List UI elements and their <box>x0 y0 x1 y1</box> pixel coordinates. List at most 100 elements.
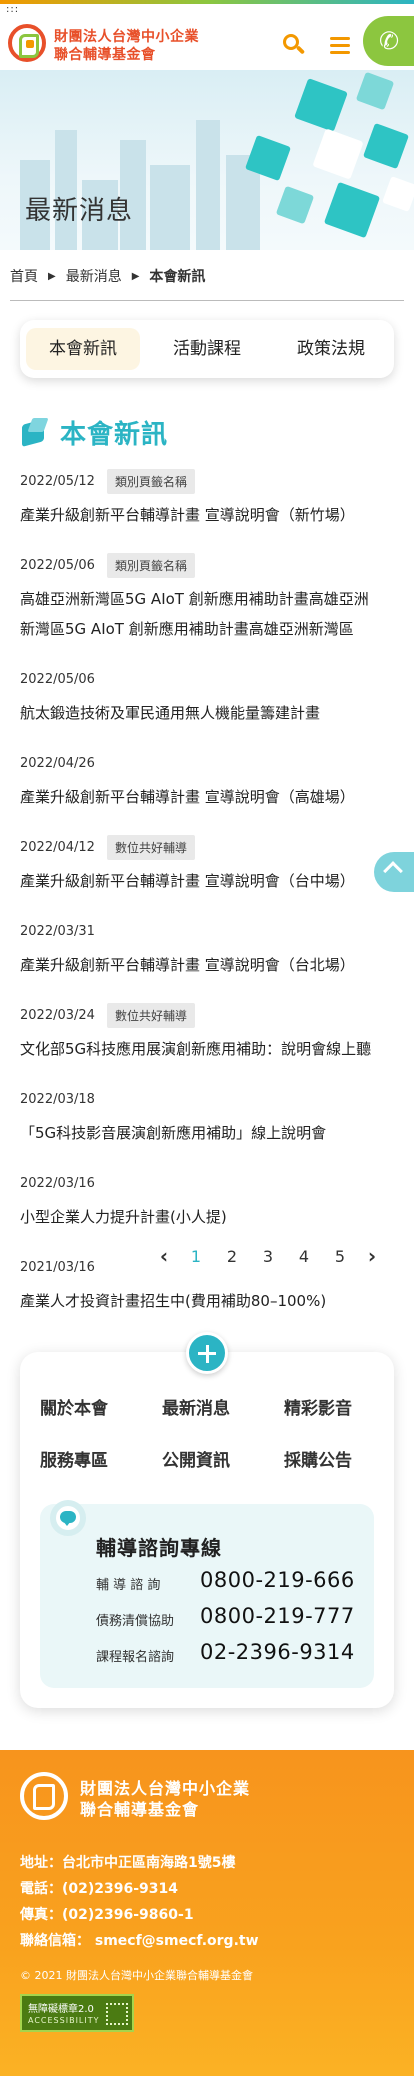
tab-policies[interactable]: 政策法規 <box>274 328 388 370</box>
news-meta: 2022/04/26 <box>20 750 400 776</box>
back-to-top-button[interactable] <box>374 852 414 892</box>
breadcrumb: 首頁 ▶ 最新消息 ▶ 本會新訊 <box>10 266 205 286</box>
news-title-line: 航太鍛造技術及軍民通用無人機能量籌建計畫 <box>20 704 321 722</box>
logo-icon[interactable] <box>8 24 46 62</box>
news-item[interactable]: 2022/05/06 航太鍛造技術及軍民通用無人機能量籌建計畫 <box>20 666 400 728</box>
news-title-line: 產業升級創新平台輔導計畫 宣導說明會（台北場） <box>20 956 355 974</box>
news-date: 2022/04/12 <box>20 839 95 855</box>
banner-title: 最新消息 <box>25 196 134 226</box>
footer-org-line1: 財團法人台灣中小企業 <box>80 1779 251 1798</box>
news-category-badge: 數位共好輔導 <box>106 834 195 860</box>
phone-button[interactable]: ✆ <box>363 16 414 66</box>
news-title-line: 小型企業人力提升計畫(小人提) <box>20 1208 227 1226</box>
consult-title: 輔導諮詢專線 <box>96 1536 222 1560</box>
news-title[interactable]: 產業升級創新平台輔導計畫 宣導說明會（台北場） <box>20 950 400 980</box>
footer-org-line2: 聯合輔導基金會 <box>80 1800 200 1819</box>
tab-news[interactable]: 本會新訊 <box>26 328 140 370</box>
footer-fax: 傳真：(02)2396-9860-1 <box>20 1907 194 1923</box>
news-date: 2021/03/16 <box>20 1259 95 1275</box>
skip-link[interactable]: ::: <box>6 5 19 15</box>
footer-phone: 電話：(02)2396-9314 <box>20 1881 179 1897</box>
accessibility-badge-label: 無障礙標章2.0 <box>28 2004 94 2015</box>
news-title[interactable]: 產業升級創新平台輔導計畫 宣導說明會（台中場） <box>20 866 400 896</box>
consult-label: 課程報名諮詢 <box>96 1650 175 1665</box>
breadcrumb-separator-icon: ▶ <box>131 270 140 282</box>
news-item[interactable]: 2022/03/24 數位共好輔導文化部5G科技應用展演創新應用補助：說明會線上聽 <box>20 1002 400 1064</box>
menu-icon[interactable] <box>330 37 350 54</box>
news-meta: 2022/03/24 數位共好輔導 <box>20 1002 400 1028</box>
news-item[interactable]: 2022/03/18 「5G科技影音展演創新應用補助」線上說明會 <box>20 1086 400 1148</box>
consult-label: 債務清償協助 <box>96 1614 175 1629</box>
news-meta: 2022/05/12 類別頁籤名稱 <box>20 468 400 494</box>
accessibility-badge[interactable]: 無障礙標章2.0 ACCESSIBILITY <box>20 1994 134 2032</box>
consult-number[interactable]: 02-2396-9314 <box>200 1640 355 1664</box>
page-link-4[interactable]: 4 <box>286 1247 322 1266</box>
news-title[interactable]: 高雄亞洲新灣區5G AIoT 創新應用補助計畫高雄亞洲 新灣區5G AIoT 創新… <box>20 584 400 644</box>
chevron-right-icon[interactable]: › <box>358 1244 386 1268</box>
news-title-line: 文化部5G科技應用展演創新應用補助：說明會線上聽 <box>20 1040 372 1058</box>
news-title[interactable]: 文化部5G科技應用展演創新應用補助：說明會線上聽 <box>20 1034 400 1064</box>
search-icon[interactable] <box>283 34 306 56</box>
page-banner: 最新消息 <box>0 70 414 250</box>
breadcrumb-current: 本會新訊 <box>149 269 206 285</box>
news-meta: 2022/05/06 <box>20 666 400 692</box>
news-date: 2022/04/26 <box>20 755 95 771</box>
news-title-line: 產業升級創新平台輔導計畫 宣導說明會（高雄場） <box>20 788 355 806</box>
chevron-left-icon[interactable]: ‹ <box>150 1244 178 1268</box>
news-meta: 2022/04/12 數位共好輔導 <box>20 834 400 860</box>
news-title-line: 高雄亞洲新灣區5G AIoT 創新應用補助計畫高雄亞洲 <box>20 590 369 608</box>
news-meta: 2022/05/06 類別頁籤名稱 <box>20 552 400 578</box>
footer-link-videos[interactable]: 精彩影音 <box>284 1394 352 1419</box>
breadcrumb-home[interactable]: 首頁 <box>10 266 38 286</box>
news-title[interactable]: 航太鍛造技術及軍民通用無人機能量籌建計畫 <box>20 698 400 728</box>
news-item[interactable]: 2022/03/16 小型企業人力提升計畫(小人提) <box>20 1170 400 1232</box>
page-link-1[interactable]: 1 <box>178 1247 214 1266</box>
footer-email[interactable]: 聯絡信箱： smecf@smecf.org.tw <box>20 1930 259 1950</box>
footer-address: 地址：台北市中正區南海路1號5樓 <box>20 1855 236 1871</box>
consult-number[interactable]: 0800-219-666 <box>200 1568 355 1592</box>
org-name-line2: 聯合輔導基金會 <box>54 47 156 63</box>
news-date: 2022/05/06 <box>20 671 95 687</box>
consult-number[interactable]: 0800-219-777 <box>200 1604 355 1628</box>
footer-link-procurement[interactable]: 採購公告 <box>284 1446 352 1471</box>
news-title[interactable]: 小型企業人力提升計畫(小人提) <box>20 1202 400 1232</box>
footer-link-news[interactable]: 最新消息 <box>162 1394 230 1419</box>
breadcrumb-section[interactable]: 最新消息 <box>66 266 122 286</box>
footer-link-about[interactable]: 關於本會 <box>40 1394 108 1419</box>
news-date: 2022/03/24 <box>20 1007 95 1023</box>
page-link-5[interactable]: 5 <box>322 1247 358 1266</box>
site-logo-text[interactable]: 財團法人台灣中小企業 聯合輔導基金會 <box>54 28 199 64</box>
news-item[interactable]: 2022/04/12 數位共好輔導產業升級創新平台輔導計畫 宣導說明會（台中場） <box>20 834 400 896</box>
news-item[interactable]: 2022/03/31 產業升級創新平台輔導計畫 宣導說明會（台北場） <box>20 918 400 980</box>
news-item[interactable]: 2022/04/26 產業升級創新平台輔導計畫 宣導說明會（高雄場） <box>20 750 400 812</box>
news-item[interactable]: 2022/05/12 類別頁籤名稱產業升級創新平台輔導計畫 宣導說明會（新竹場） <box>20 468 400 530</box>
tab-courses[interactable]: 活動課程 <box>150 328 264 370</box>
news-title[interactable]: 「5G科技影音展演創新應用補助」線上說明會 <box>20 1118 400 1148</box>
footer-link-services[interactable]: 服務專區 <box>40 1446 108 1471</box>
news-list: 2022/05/12 類別頁籤名稱 產業升級創新平台輔導計畫 宣導說明會（新竹場） 2… <box>20 468 400 1338</box>
news-date: 2022/03/31 <box>20 923 95 939</box>
news-title[interactable]: 產業人才投資計畫招生中(費用補助80–100%) <box>20 1286 400 1316</box>
chat-icon <box>50 1500 86 1536</box>
news-title[interactable]: 產業升級創新平台輔導計畫 宣導說明會（新竹場） <box>20 500 400 530</box>
footer-logo-icon <box>20 1772 68 1820</box>
news-category-badge: 數位共好輔導 <box>106 1002 195 1028</box>
pagination: ‹ 1 2 3 4 5 › <box>150 1242 390 1270</box>
news-item[interactable]: 2022/05/06 類別頁籤名稱高雄亞洲新灣區5G AIoT 創新應用補助計畫高… <box>20 552 400 644</box>
page-link-2[interactable]: 2 <box>214 1247 250 1266</box>
accessibility-mark-icon <box>106 2003 128 2025</box>
news-meta: 2022/03/18 <box>20 1086 400 1112</box>
arrow-up-icon <box>383 861 403 881</box>
news-title-line: 「5G科技影音展演創新應用補助」線上說明會 <box>20 1124 327 1142</box>
news-date: 2022/03/18 <box>20 1091 95 1107</box>
page-link-3[interactable]: 3 <box>250 1247 286 1266</box>
footer-copyright: © 2021 財團法人台灣中小企業聯合輔導基金會 <box>20 1969 253 1982</box>
news-meta: 2022/03/16 <box>20 1170 400 1196</box>
site-header: 財團法人台灣中小企業 聯合輔導基金會 <box>0 4 414 70</box>
phone-icon: ✆ <box>379 27 400 55</box>
footer-org-name: 財團法人台灣中小企業 聯合輔導基金會 <box>80 1778 250 1820</box>
news-title[interactable]: 產業升級創新平台輔導計畫 宣導說明會（高雄場） <box>20 782 400 812</box>
news-date: 2022/05/06 <box>20 557 95 573</box>
footer-link-public-info[interactable]: 公開資訊 <box>162 1446 230 1471</box>
plus-icon[interactable] <box>186 1332 228 1374</box>
